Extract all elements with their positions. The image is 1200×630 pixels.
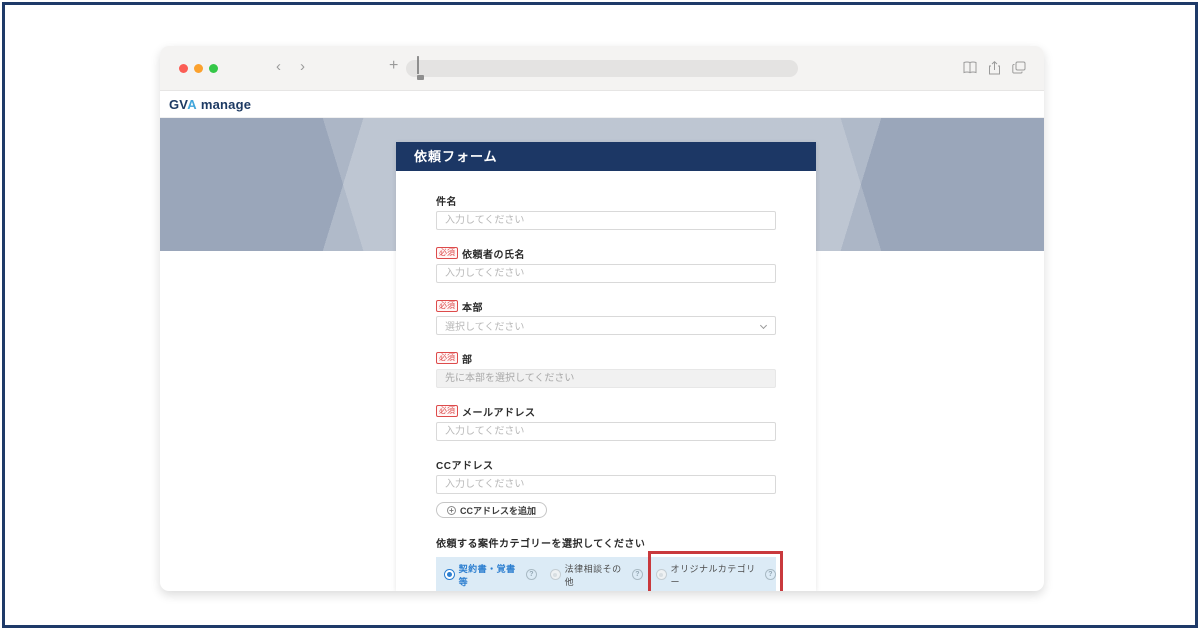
required-badge: 必須: [436, 300, 458, 312]
maximize-window-button[interactable]: [209, 64, 218, 73]
address-bar[interactable]: [406, 56, 798, 80]
department-input-disabled: [436, 369, 776, 388]
category-option-legal-consult[interactable]: 法律相談その他 ?: [549, 562, 643, 588]
field-label: 件名: [436, 196, 457, 208]
radio-selected-icon[interactable]: [444, 569, 455, 580]
forward-icon[interactable]: ›: [300, 58, 305, 76]
reading-list-icon[interactable]: [963, 61, 977, 75]
subject-input[interactable]: [436, 211, 776, 230]
form-title: 依頼フォーム: [396, 142, 816, 171]
gva-manage-logo: GVA manage: [169, 96, 252, 112]
field-cc-address: CCアドレス + CCアドレスを追加: [436, 458, 776, 518]
field-headquarters: 必須 本部 選択してください: [436, 300, 776, 335]
radio-unselected-icon[interactable]: [549, 569, 561, 580]
email-input[interactable]: [436, 422, 776, 441]
field-department: 必須 部: [436, 352, 776, 388]
page-frame: ‹ › + GVA manage 依頼フォーム 件名 入力してください 必須 依…: [2, 2, 1198, 628]
request-form-card: 依頼フォーム 件名 必須 依頼者の氏名: [396, 142, 816, 591]
headquarters-select[interactable]: 選択してください: [436, 316, 776, 335]
back-icon[interactable]: ‹: [276, 58, 281, 76]
category-option-original[interactable]: オリジナルカテゴリー ?: [647, 550, 783, 591]
cc-address-input[interactable]: [436, 475, 776, 494]
field-label: メールアドレス: [462, 407, 536, 419]
required-badge: 必須: [436, 405, 458, 417]
minimize-window-button[interactable]: [194, 64, 203, 73]
site-header: GVA manage: [160, 91, 1044, 118]
browser-chrome: ‹ › +: [160, 46, 1044, 91]
field-label: 本部: [462, 302, 483, 314]
traffic-lights: [179, 64, 218, 73]
browser-window: ‹ › + GVA manage 依頼フォーム 件名 入力してください 必須 依…: [160, 46, 1044, 591]
plus-circle-icon: +: [447, 505, 456, 515]
select-placeholder: 選択してください: [445, 322, 525, 333]
new-tab-icon[interactable]: +: [389, 57, 398, 75]
chevron-down-icon: [759, 321, 768, 330]
field-subject: 件名: [436, 194, 776, 230]
help-icon[interactable]: ?: [765, 569, 776, 580]
field-label: 部: [462, 354, 473, 366]
category-option-contract[interactable]: 契約書・覚書等 ?: [444, 562, 537, 588]
help-icon[interactable]: ?: [526, 569, 537, 580]
radio-unselected-icon[interactable]: [655, 569, 667, 580]
category-options-band: 契約書・覚書等 ? 法律相談その他 ? オリジナルカテゴリー ?: [436, 550, 783, 591]
field-label: CCアドレス: [436, 460, 494, 472]
lock-icon: [417, 56, 424, 80]
field-requester-name: 必須 依頼者の氏名: [436, 247, 776, 283]
add-cc-button[interactable]: + CCアドレスを追加: [436, 502, 547, 518]
required-badge: 必須: [436, 247, 458, 259]
requester-name-input[interactable]: [436, 264, 776, 283]
field-email: 必須 メールアドレス: [436, 405, 776, 441]
help-icon[interactable]: ?: [632, 569, 643, 580]
close-window-button[interactable]: [179, 64, 188, 73]
share-icon[interactable]: [988, 61, 1001, 75]
category-label: 依頼する案件カテゴリーを選択してください: [436, 539, 646, 550]
field-label: 依頼者の氏名: [462, 249, 525, 261]
category-section: 依頼する案件カテゴリーを選択してください 契約書・覚書等 ? 法律相談その他 ?: [436, 535, 783, 591]
tabs-overview-icon[interactable]: [1012, 61, 1026, 75]
required-badge: 必須: [436, 352, 458, 364]
